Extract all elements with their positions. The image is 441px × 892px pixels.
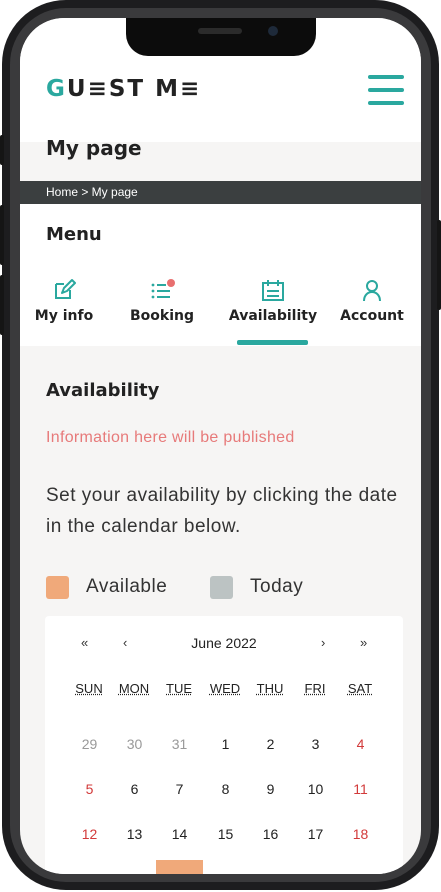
calendar-day[interactable]: 17 (292, 815, 339, 853)
calendar-day[interactable]: 1 (202, 725, 249, 763)
today-swatch (210, 575, 233, 599)
legend-label: Available (86, 576, 168, 597)
weekday-header: WED (209, 681, 241, 696)
front-camera (268, 26, 278, 36)
publish-notice: Information here will be published (46, 429, 295, 446)
calendar-icon (262, 280, 284, 301)
weekday-header: SAT (347, 681, 373, 696)
weekday-header: THU (256, 681, 284, 696)
calendar-day[interactable]: 16 (247, 815, 294, 853)
weekday-header: SUN (75, 681, 103, 696)
calendar-day[interactable]: 2 (247, 725, 294, 763)
calendar-day[interactable]: 6 (111, 770, 158, 808)
legend-available: Available (46, 574, 167, 600)
calendar-day[interactable]: 25 (337, 860, 384, 874)
calendar-day[interactable]: 30 (111, 725, 158, 763)
logo-mark: G (46, 76, 67, 102)
calendar-day[interactable]: 10 (292, 770, 339, 808)
calendar-day[interactable]: 23 (247, 860, 294, 874)
notch (126, 18, 316, 56)
menu-item-availability[interactable]: Availability (228, 278, 318, 324)
calendar-day[interactable]: 9 (247, 770, 294, 808)
calendar-day[interactable]: 21 (156, 860, 203, 874)
page-title: My page (46, 136, 142, 160)
calendar-day[interactable]: 18 (337, 815, 384, 853)
hamburger-menu-icon[interactable] (368, 75, 404, 105)
instructions-text: Set your availability by clicking the da… (46, 485, 398, 537)
calendar-day[interactable]: 13 (111, 815, 158, 853)
legend-today: Today (210, 574, 303, 600)
menu-item-my-info[interactable]: My info (32, 278, 96, 324)
calendar-day[interactable]: 14 (156, 815, 203, 853)
weekday-header: TUE (166, 681, 192, 696)
menu-item-account[interactable]: Account (336, 278, 408, 324)
brand-logo[interactable]: GU≡ST M≡ (46, 76, 201, 102)
weekday-header: FRI (304, 681, 326, 696)
next-month-button[interactable]: › (321, 635, 325, 650)
calendar-day[interactable]: 31 (156, 725, 203, 763)
user-icon (363, 280, 381, 302)
legend-label: Today (250, 576, 304, 597)
screen: GU≡ST M≡ My page Home > My page Menu My … (20, 18, 421, 874)
mute-switch (0, 135, 4, 165)
menu-title: Menu (46, 224, 102, 245)
section-title: Availability (46, 380, 160, 401)
calendar-day[interactable]: 3 (292, 725, 339, 763)
menu-item-label: Availability (228, 308, 318, 324)
calendar-day[interactable]: 7 (156, 770, 203, 808)
calendar-day[interactable]: 29 (66, 725, 113, 763)
speaker-grille (198, 28, 242, 34)
calendar-day[interactable]: 5 (66, 770, 113, 808)
active-tab-indicator (237, 340, 308, 345)
calendar-day[interactable]: 8 (202, 770, 249, 808)
edit-icon (55, 279, 76, 299)
calendar: « ‹ June 2022 › » SUN MON TUE WED THU FRI SAT 2… (45, 616, 403, 874)
calendar-month-label: June 2022 (191, 635, 257, 651)
volume-down-button (0, 275, 4, 335)
calendar-day[interactable]: 19 (66, 860, 113, 874)
calendar-day[interactable]: 11 (337, 770, 384, 808)
available-swatch (46, 575, 69, 599)
account-menu: Menu My info Booking Availability Accoun… (20, 204, 421, 346)
calendar-day[interactable]: 24 (292, 860, 339, 874)
calendar-day[interactable]: 20 (111, 860, 158, 874)
last-month-button[interactable]: » (360, 635, 367, 650)
menu-item-label: Account (340, 308, 404, 324)
volume-up-button (0, 205, 4, 265)
calendar-day[interactable]: 15 (202, 815, 249, 853)
breadcrumb: Home > My page (20, 181, 421, 204)
calendar-day[interactable]: 22 (202, 860, 249, 874)
menu-item-label: Booking (129, 308, 194, 324)
menu-item-label: My info (34, 308, 94, 324)
list-icon (151, 279, 175, 299)
weekday-header: MON (118, 681, 150, 696)
menu-item-booking[interactable]: Booking (124, 278, 200, 324)
logo-text: U≡ST M≡ (66, 76, 202, 102)
breadcrumb-text[interactable]: Home > My page (46, 185, 138, 199)
calendar-day[interactable]: 4 (337, 725, 384, 763)
calendar-day[interactable]: 12 (66, 815, 113, 853)
power-button (437, 220, 441, 310)
